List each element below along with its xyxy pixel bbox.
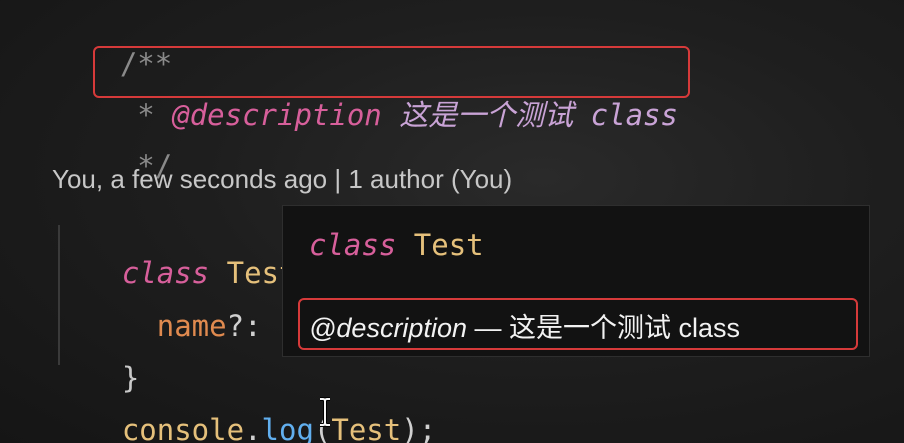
console-log-line: console.log(Test); bbox=[52, 370, 436, 443]
jsdoc-tag: @description bbox=[172, 98, 382, 132]
text-cursor-ibeam-icon bbox=[320, 397, 330, 427]
git-blame-codelens[interactable]: You, a few seconds ago | 1 author (You) bbox=[52, 164, 512, 195]
paren-close: ); bbox=[401, 413, 437, 443]
code-editor[interactable]: /** * @description 这是一个测试 class */ You, … bbox=[0, 0, 904, 443]
hovered-identifier[interactable]: Test bbox=[331, 413, 401, 443]
jsdoc-highlight-box bbox=[93, 46, 690, 98]
jsdoc-text: 这是一个测试 class bbox=[381, 98, 678, 132]
hover-class-keyword: class bbox=[309, 228, 397, 262]
property-name: name bbox=[156, 309, 227, 343]
type-colon: : bbox=[244, 309, 279, 343]
comment-close-line: */ bbox=[50, 106, 172, 183]
console-object: console bbox=[121, 413, 245, 443]
comment-open-line: /** bbox=[50, 4, 172, 81]
member-dot: . bbox=[244, 413, 262, 443]
hover-class-name: Test bbox=[396, 228, 484, 262]
optional-marker: ? bbox=[226, 309, 245, 343]
close-brace-line: } bbox=[52, 318, 139, 395]
hover-highlight-box bbox=[298, 298, 858, 350]
hover-signature: class Test bbox=[309, 228, 484, 262]
log-method: log bbox=[261, 413, 314, 443]
